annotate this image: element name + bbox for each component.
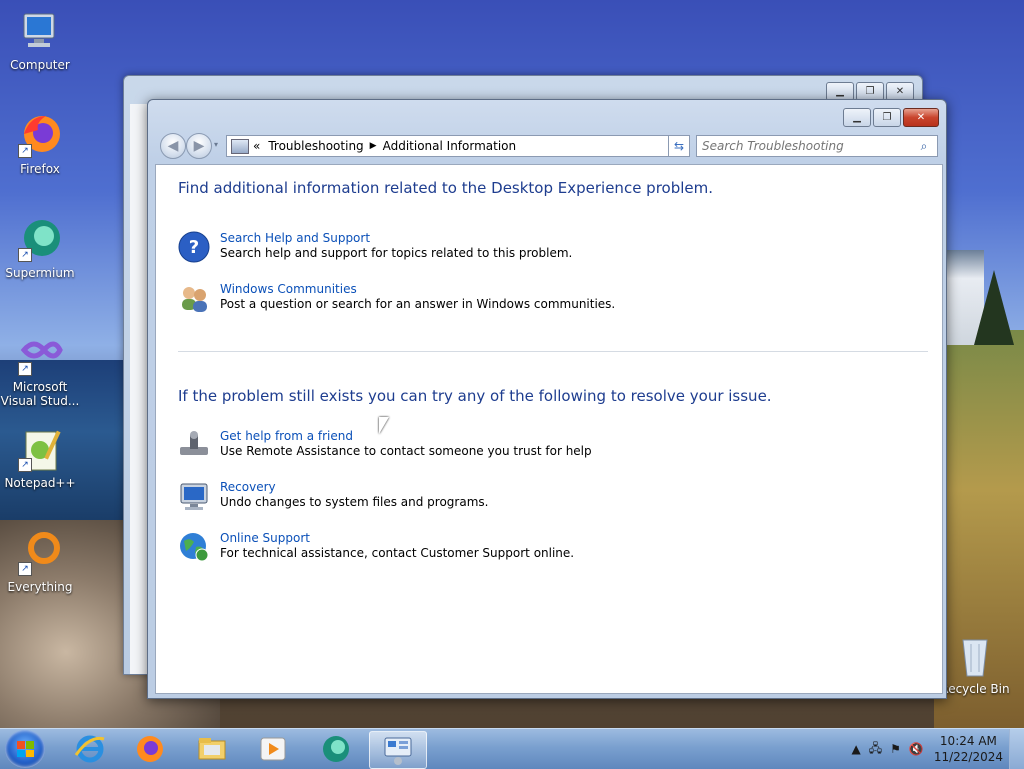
option-online-support[interactable]: Online Support For technical assistance,… — [178, 531, 574, 563]
action-center-flag-icon[interactable]: ⚑ — [890, 742, 901, 756]
get-help-friend-link[interactable]: Get help from a friend — [220, 429, 592, 444]
folder-icon — [198, 738, 226, 760]
computer-icon — [16, 8, 64, 56]
recovery-monitor-icon — [178, 480, 210, 512]
everything-icon: ↗ — [16, 530, 64, 578]
recovery-description: Undo changes to system files and program… — [220, 495, 489, 509]
refresh-icon: ⇆ — [673, 139, 685, 153]
minimize-button[interactable]: ▁ — [843, 108, 871, 127]
search-help-link[interactable]: Search Help and Support — [220, 231, 572, 246]
back-arrow-icon: ◀ — [167, 138, 179, 154]
search-input[interactable] — [697, 138, 914, 154]
back-button[interactable]: ◀ — [160, 133, 186, 159]
breadcrumb-troubleshooting[interactable]: Troubleshooting — [268, 139, 363, 153]
navigation-bar: ◀ ▶ ▾ « Troubleshooting ▶ Additional Inf… — [156, 132, 940, 159]
section-heading-additional-info: Find additional information related to t… — [178, 179, 714, 197]
taskbar-file-explorer[interactable] — [184, 731, 240, 767]
desktop-icon-recycle-bin[interactable]: Recycle Bin — [935, 632, 1015, 696]
section-divider — [178, 351, 928, 352]
communities-people-icon — [178, 282, 210, 314]
refresh-button[interactable]: ⇆ — [668, 135, 690, 157]
get-help-friend-description: Use Remote Assistance to contact someone… — [220, 444, 592, 458]
desktop-icon-label: Computer — [10, 58, 70, 72]
start-button[interactable] — [5, 730, 45, 768]
volume-muted-icon[interactable]: 🔇 — [909, 742, 924, 756]
close-button[interactable]: ✕ — [903, 108, 939, 127]
visual-studio-icon: ↗ — [16, 330, 64, 378]
media-player-icon — [260, 737, 286, 761]
show-desktop-button[interactable] — [1009, 729, 1024, 769]
windows-communities-link[interactable]: Windows Communities — [220, 282, 615, 297]
desktop-icon-everything[interactable]: ↗ Everything — [0, 530, 80, 594]
taskbar-media-player[interactable] — [245, 731, 301, 767]
online-support-globe-icon — [178, 531, 210, 563]
troubleshooting-window[interactable]: ▁ ❐ ✕ ◀ ▶ ▾ « Troubleshooting ▶ Addition… — [147, 99, 947, 699]
taskbar: ▲ 🖧 ⚑ 🔇 10:24 AM 11/22/2024 — [0, 728, 1024, 769]
desktop-icon-label: Firefox — [20, 162, 60, 176]
notepadpp-icon: ↗ — [16, 426, 64, 474]
shortcut-arrow-icon: ↗ — [18, 144, 32, 158]
windows-communities-description: Post a question or search for an answer … — [220, 297, 616, 311]
search-box[interactable]: ⌕ — [696, 135, 938, 157]
breadcrumb-overflow[interactable]: « — [253, 139, 260, 153]
mouse-cursor-icon — [379, 417, 389, 434]
address-bar[interactable]: « Troubleshooting ▶ Additional Informati… — [226, 135, 690, 157]
taskbar-supermium[interactable] — [308, 731, 364, 767]
control-panel-icon — [384, 737, 412, 765]
wallpaper-tree — [974, 270, 1014, 345]
recovery-link[interactable]: Recovery — [220, 480, 488, 495]
content-pane: Find additional information related to t… — [155, 164, 943, 694]
option-search-help[interactable]: ? Search Help and Support Search help an… — [178, 231, 572, 263]
online-support-description: For technical assistance, contact Custom… — [220, 546, 575, 560]
svg-text:?: ? — [189, 237, 199, 258]
supermium-icon — [323, 736, 349, 762]
shortcut-arrow-icon: ↗ — [18, 248, 32, 262]
forward-arrow-icon: ▶ — [193, 138, 205, 154]
breadcrumb-separator-icon[interactable]: ▶ — [370, 141, 377, 151]
system-tray: ▲ 🖧 ⚑ 🔇 10:24 AM 11/22/2024 — [847, 729, 1024, 769]
search-help-description: Search help and support for topics relat… — [220, 246, 573, 260]
shortcut-arrow-icon: ↗ — [18, 362, 32, 376]
section-heading-resolve: If the problem still exists you can try … — [178, 387, 772, 405]
search-icon[interactable]: ⌕ — [914, 139, 934, 154]
firefox-icon: ↗ — [16, 112, 64, 160]
network-icon[interactable]: 🖧 — [869, 739, 882, 760]
firefox-icon — [137, 736, 163, 762]
forward-button[interactable]: ▶ — [186, 133, 212, 159]
maximize-button[interactable]: ❐ — [873, 108, 901, 127]
window-caption-buttons: ▁ ❐ ✕ — [843, 108, 939, 127]
recent-pages-chevron-icon[interactable]: ▾ — [214, 140, 218, 149]
recycle-bin-icon — [951, 632, 999, 680]
desktop-icon-label: Recycle Bin — [940, 682, 1010, 696]
clock[interactable]: 10:24 AM 11/22/2024 — [934, 733, 1003, 765]
taskbar-firefox[interactable] — [122, 731, 178, 767]
taskbar-control-panel[interactable] — [369, 731, 427, 769]
remote-assistance-icon — [178, 429, 210, 461]
windows-logo-icon — [17, 741, 34, 757]
control-panel-icon — [231, 138, 249, 154]
online-support-link[interactable]: Online Support — [220, 531, 574, 546]
supermium-icon: ↗ — [16, 216, 64, 264]
desktop-icon-notepadpp[interactable]: ↗ Notepad++ — [0, 426, 80, 490]
desktop-icon-label: Everything — [7, 580, 73, 594]
clock-date: 11/22/2024 — [933, 750, 1003, 764]
desktop-icon-firefox[interactable]: ↗ Firefox — [0, 112, 80, 176]
taskbar-internet-explorer[interactable] — [62, 731, 118, 767]
desktop-icon-label: Microsoft Visual Stud... — [0, 380, 80, 408]
clock-time: 10:24 AM — [939, 734, 997, 748]
desktop-icon-visual-studio[interactable]: ↗ Microsoft Visual Stud... — [0, 330, 80, 408]
shortcut-arrow-icon: ↗ — [18, 458, 32, 472]
internet-explorer-icon — [74, 735, 105, 763]
shortcut-arrow-icon: ↗ — [18, 562, 32, 576]
breadcrumb-additional-information[interactable]: Additional Information — [383, 139, 517, 153]
desktop-icon-supermium[interactable]: ↗ Supermium — [0, 216, 80, 280]
option-recovery[interactable]: Recovery Undo changes to system files an… — [178, 480, 488, 512]
desktop-icon-computer[interactable]: Computer — [0, 8, 80, 72]
option-windows-communities[interactable]: Windows Communities Post a question or s… — [178, 282, 615, 314]
show-hidden-icons-chevron-icon[interactable]: ▲ — [851, 742, 860, 756]
help-question-icon: ? — [178, 231, 210, 263]
desktop-icon-label: Notepad++ — [4, 476, 76, 490]
desktop-icon-label: Supermium — [5, 266, 75, 280]
